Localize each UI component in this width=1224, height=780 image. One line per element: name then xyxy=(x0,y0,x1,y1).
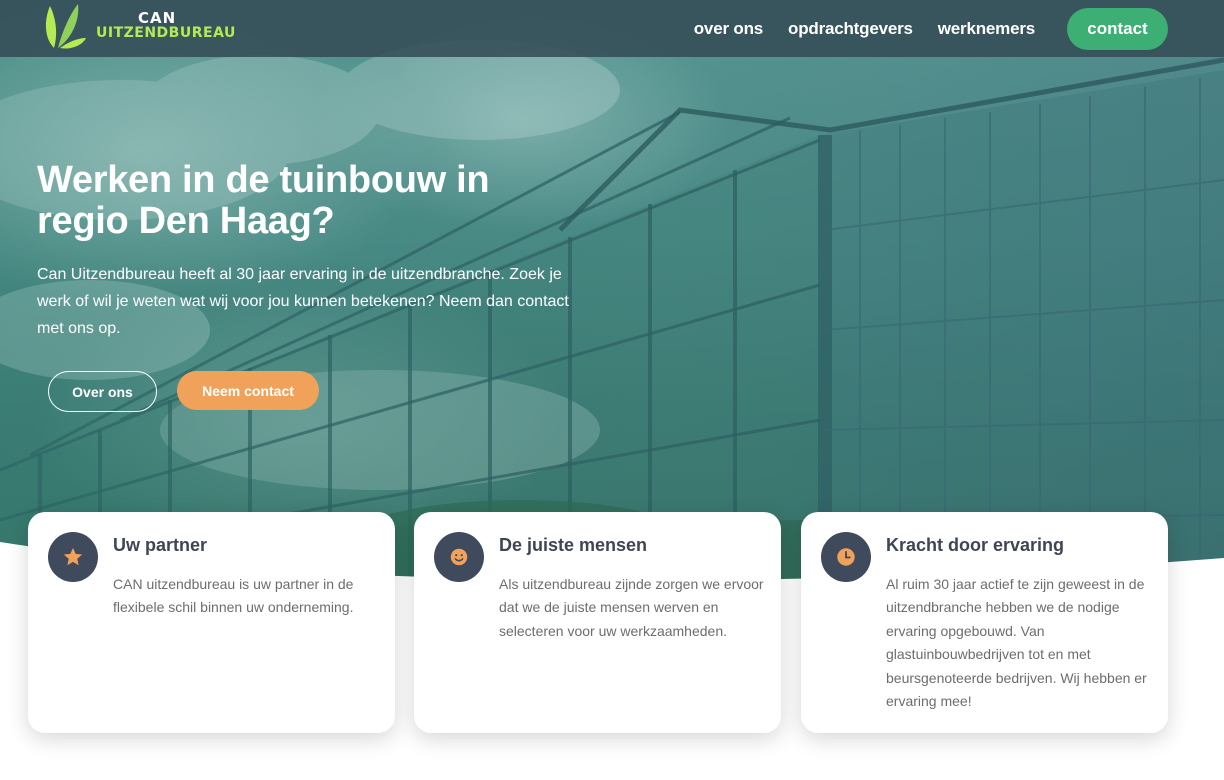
feature-card-partner: Uw partner CAN uitzendbureau is uw partn… xyxy=(28,512,395,733)
nav-over-ons[interactable]: over ons xyxy=(694,19,763,39)
star-icon xyxy=(48,532,98,582)
card-title: De juiste mensen xyxy=(499,535,648,555)
card-title: Uw partner xyxy=(113,535,208,555)
card-text: CAN uitzendbureau is uw partner in de fl… xyxy=(113,576,354,616)
card-text: Als uitzendbureau zijnde zorgen we ervoo… xyxy=(499,576,764,639)
logo[interactable]: CAN UITZENDBUREAU xyxy=(42,2,235,52)
nav-werknemers[interactable]: werknemers xyxy=(938,19,1035,39)
main-nav: over ons opdrachtgevers werknemers conta… xyxy=(694,0,1168,57)
neem-contact-button[interactable]: Neem contact xyxy=(177,371,319,410)
leaf-logo-icon xyxy=(45,4,86,49)
nav-opdrachtgevers[interactable]: opdrachtgevers xyxy=(788,19,913,39)
logo-line2: UITZENDBUREAU xyxy=(96,25,236,41)
card-text: Al ruim 30 jaar actief te zijn geweest i… xyxy=(886,576,1147,710)
card-title: Kracht door ervaring xyxy=(886,535,1065,555)
over-ons-button[interactable]: Over ons xyxy=(48,371,157,412)
hero-intro: Can Uitzendbureau heeft al 30 jaar ervar… xyxy=(37,266,569,337)
contact-button[interactable]: contact xyxy=(1067,7,1168,50)
feature-card-ervaring: Kracht door ervaring Al ruim 30 jaar act… xyxy=(801,512,1168,733)
smiley-icon xyxy=(434,532,484,582)
clock-icon xyxy=(821,532,871,582)
hero-title: Werken in de tuinbouw in regio Den Haag? xyxy=(37,159,490,242)
site-header: CAN UITZENDBUREAU over ons opdrachtgever… xyxy=(0,0,1224,57)
feature-card-mensen: De juiste mensen Als uitzendbureau zijnd… xyxy=(414,512,781,733)
